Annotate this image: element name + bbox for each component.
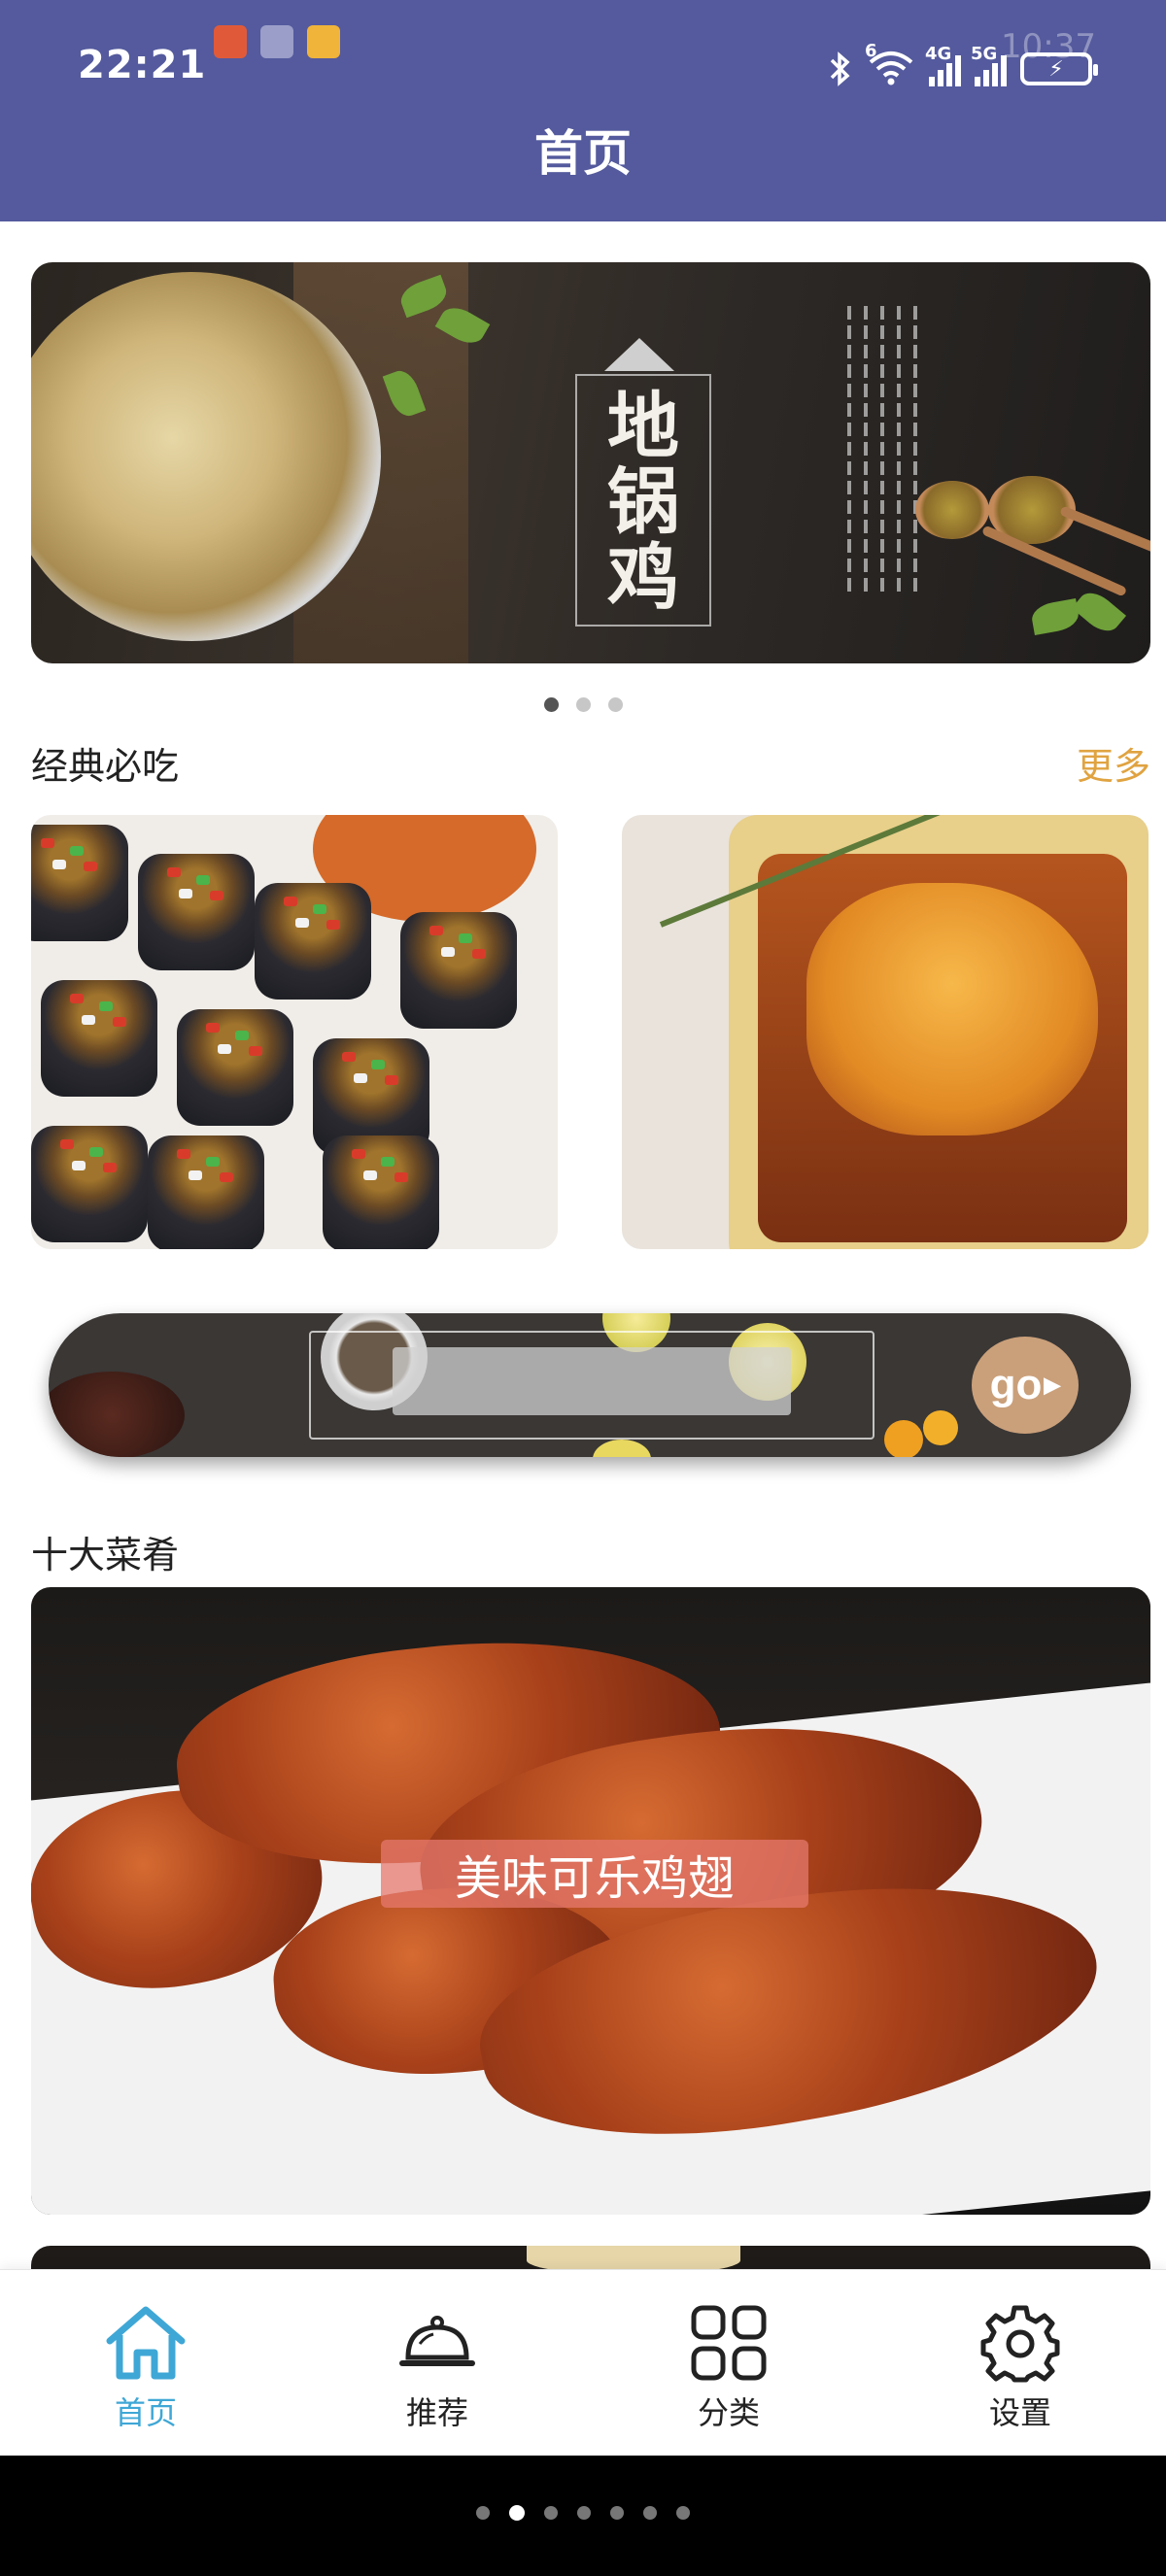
nav-item-category[interactable]: 分类	[583, 2270, 874, 2457]
search-deco-lemon	[593, 1440, 651, 1457]
go-label: go	[989, 1361, 1043, 1408]
page-dot	[476, 2506, 490, 2520]
bluetooth-icon	[830, 51, 850, 86]
network-4g-label: 4G	[925, 44, 952, 64]
banner-dot-active[interactable]	[543, 697, 559, 712]
huawei-health-icon	[214, 25, 247, 58]
featured-dish-card[interactable]: 美味可乐鸡翅	[31, 1587, 1150, 2215]
more-link[interactable]: 更多	[1077, 736, 1150, 790]
featured-dish-label: 美味可乐鸡翅	[381, 1840, 808, 1908]
banner-spoon-handle	[1059, 505, 1150, 555]
search-input[interactable]	[393, 1347, 791, 1415]
search-deco-kumquat	[884, 1420, 923, 1457]
nav-label-home: 首页	[114, 2394, 177, 2431]
section-title-top-ten: 十大菜肴	[31, 1534, 180, 1576]
banner-pagination	[0, 697, 1166, 712]
grid-icon	[685, 2299, 772, 2387]
section-title-classic: 经典必吃	[31, 745, 180, 788]
battery-charging-icon: ⚡	[1020, 52, 1098, 85]
nav-item-settings[interactable]: 设置	[874, 2270, 1166, 2457]
page-dot	[610, 2506, 624, 2520]
system-nav-bar	[0, 2456, 1166, 2576]
page-dot-active	[509, 2505, 525, 2521]
wifi-icon: 6	[865, 41, 915, 89]
banner-leaf	[1029, 598, 1081, 635]
status-time: 22:21	[78, 43, 207, 87]
wifi-badge: 6	[865, 41, 877, 61]
home-icon	[102, 2299, 189, 2387]
folder-icon	[307, 25, 340, 58]
huawei-mail-icon	[260, 25, 293, 58]
app-header: 10:37 22:21 6 4G 5G ⚡ 首页	[0, 0, 1166, 221]
banner-description-text	[847, 306, 944, 627]
banner-mountain-logo	[604, 338, 674, 371]
nav-item-recommend[interactable]: 推荐	[292, 2270, 583, 2457]
nav-label-category: 分类	[697, 2394, 760, 2431]
nav-item-home[interactable]: 首页	[0, 2270, 292, 2457]
page-dot	[544, 2506, 558, 2520]
status-system-icons: 6 4G 5G ⚡	[828, 41, 1098, 89]
page-dot	[676, 2506, 690, 2520]
nav-label-recommend: 推荐	[405, 2394, 468, 2431]
network-5g-label: 5G	[971, 44, 998, 64]
dish-card-cheese-chop[interactable]	[622, 815, 1149, 1249]
banner-spice-spoon	[915, 481, 989, 539]
banner-dot[interactable]	[607, 697, 623, 712]
signal-4g-icon: 4G	[925, 44, 961, 86]
search-deco-dish	[49, 1372, 185, 1457]
nav-label-settings: 设置	[988, 2394, 1051, 2431]
launcher-page-indicator	[0, 2505, 1166, 2521]
banner-dot[interactable]	[575, 697, 591, 712]
page-dot	[643, 2506, 657, 2520]
cloche-icon	[394, 2299, 481, 2387]
page-dot	[577, 2506, 591, 2520]
bottom-nav: 首页 推荐 分类 设置	[0, 2269, 1166, 2456]
page-title: 首页	[534, 125, 632, 182]
dish-card-stuffed-eggplant[interactable]	[31, 815, 558, 1249]
signal-5g-icon: 5G	[971, 44, 1007, 86]
banner-carousel[interactable]: 地锅鸡	[31, 262, 1150, 663]
search-bar: go ▶	[49, 1313, 1131, 1457]
banner-title: 地锅鸡	[607, 385, 679, 620]
search-deco-kumquat	[923, 1410, 958, 1445]
dish-cheese-chop	[806, 883, 1098, 1135]
search-go-button[interactable]: go ▶	[972, 1337, 1079, 1434]
gear-icon	[977, 2299, 1064, 2387]
